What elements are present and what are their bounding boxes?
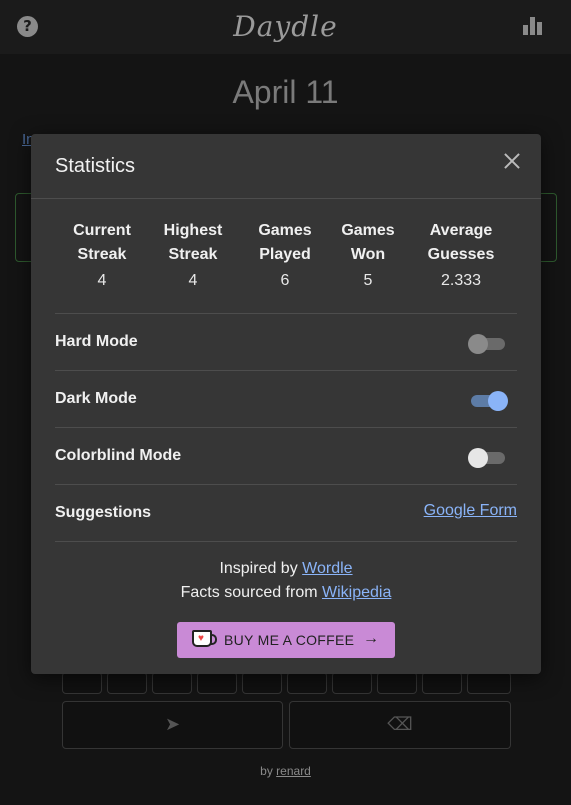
stat-label: Highest Streak <box>163 222 223 263</box>
inspired-by-text: Inspired by Wordle <box>219 560 353 577</box>
arrow-right-icon: → <box>363 630 379 647</box>
stat-label: Average Guesses <box>427 222 495 263</box>
close-icon[interactable] <box>503 152 521 170</box>
dark-mode-toggle[interactable] <box>471 390 508 412</box>
stat-value: 4 <box>188 272 198 289</box>
stat-games-won: Games Won 5 <box>318 219 418 291</box>
google-form-link[interactable]: Google Form <box>424 502 517 520</box>
stat-current-streak: Current Streak 4 <box>52 219 152 291</box>
hard-mode-toggle[interactable] <box>468 333 505 355</box>
stat-value: 4 <box>97 272 107 289</box>
hard-mode-label: Hard Mode <box>55 333 138 350</box>
divider <box>55 484 517 485</box>
suggestions-label: Suggestions <box>55 504 152 521</box>
dark-mode-label: Dark Mode <box>55 390 137 407</box>
stat-value: 2.333 <box>440 272 482 289</box>
buy-me-a-coffee-button[interactable]: ♥ BUY ME A COFFEE → <box>177 622 395 658</box>
stat-value: 5 <box>363 272 373 289</box>
divider <box>55 370 517 371</box>
colorblind-mode-label: Colorblind Mode <box>55 447 182 464</box>
stat-highest-streak: Highest Streak 4 <box>143 219 243 291</box>
divider <box>55 313 517 314</box>
stat-average-guesses: Average Guesses 2.333 <box>411 219 511 291</box>
modal-title: Statistics <box>55 155 136 177</box>
coffee-button-label: BUY ME A COFFEE <box>224 632 355 648</box>
divider <box>31 198 541 199</box>
stat-label: Games Won <box>341 222 395 263</box>
coffee-cup-icon: ♥ <box>192 630 217 647</box>
divider <box>55 541 517 542</box>
wikipedia-link[interactable]: Wikipedia <box>322 584 391 601</box>
divider <box>55 427 517 428</box>
statistics-modal: Statistics Current Streak 4 Highest Streak… <box>31 134 541 674</box>
stat-label: Current Streak <box>73 222 131 263</box>
colorblind-mode-toggle[interactable] <box>468 447 505 469</box>
wordle-link[interactable]: Wordle <box>302 560 352 577</box>
facts-source-text: Facts sourced from Wikipedia <box>180 584 392 601</box>
